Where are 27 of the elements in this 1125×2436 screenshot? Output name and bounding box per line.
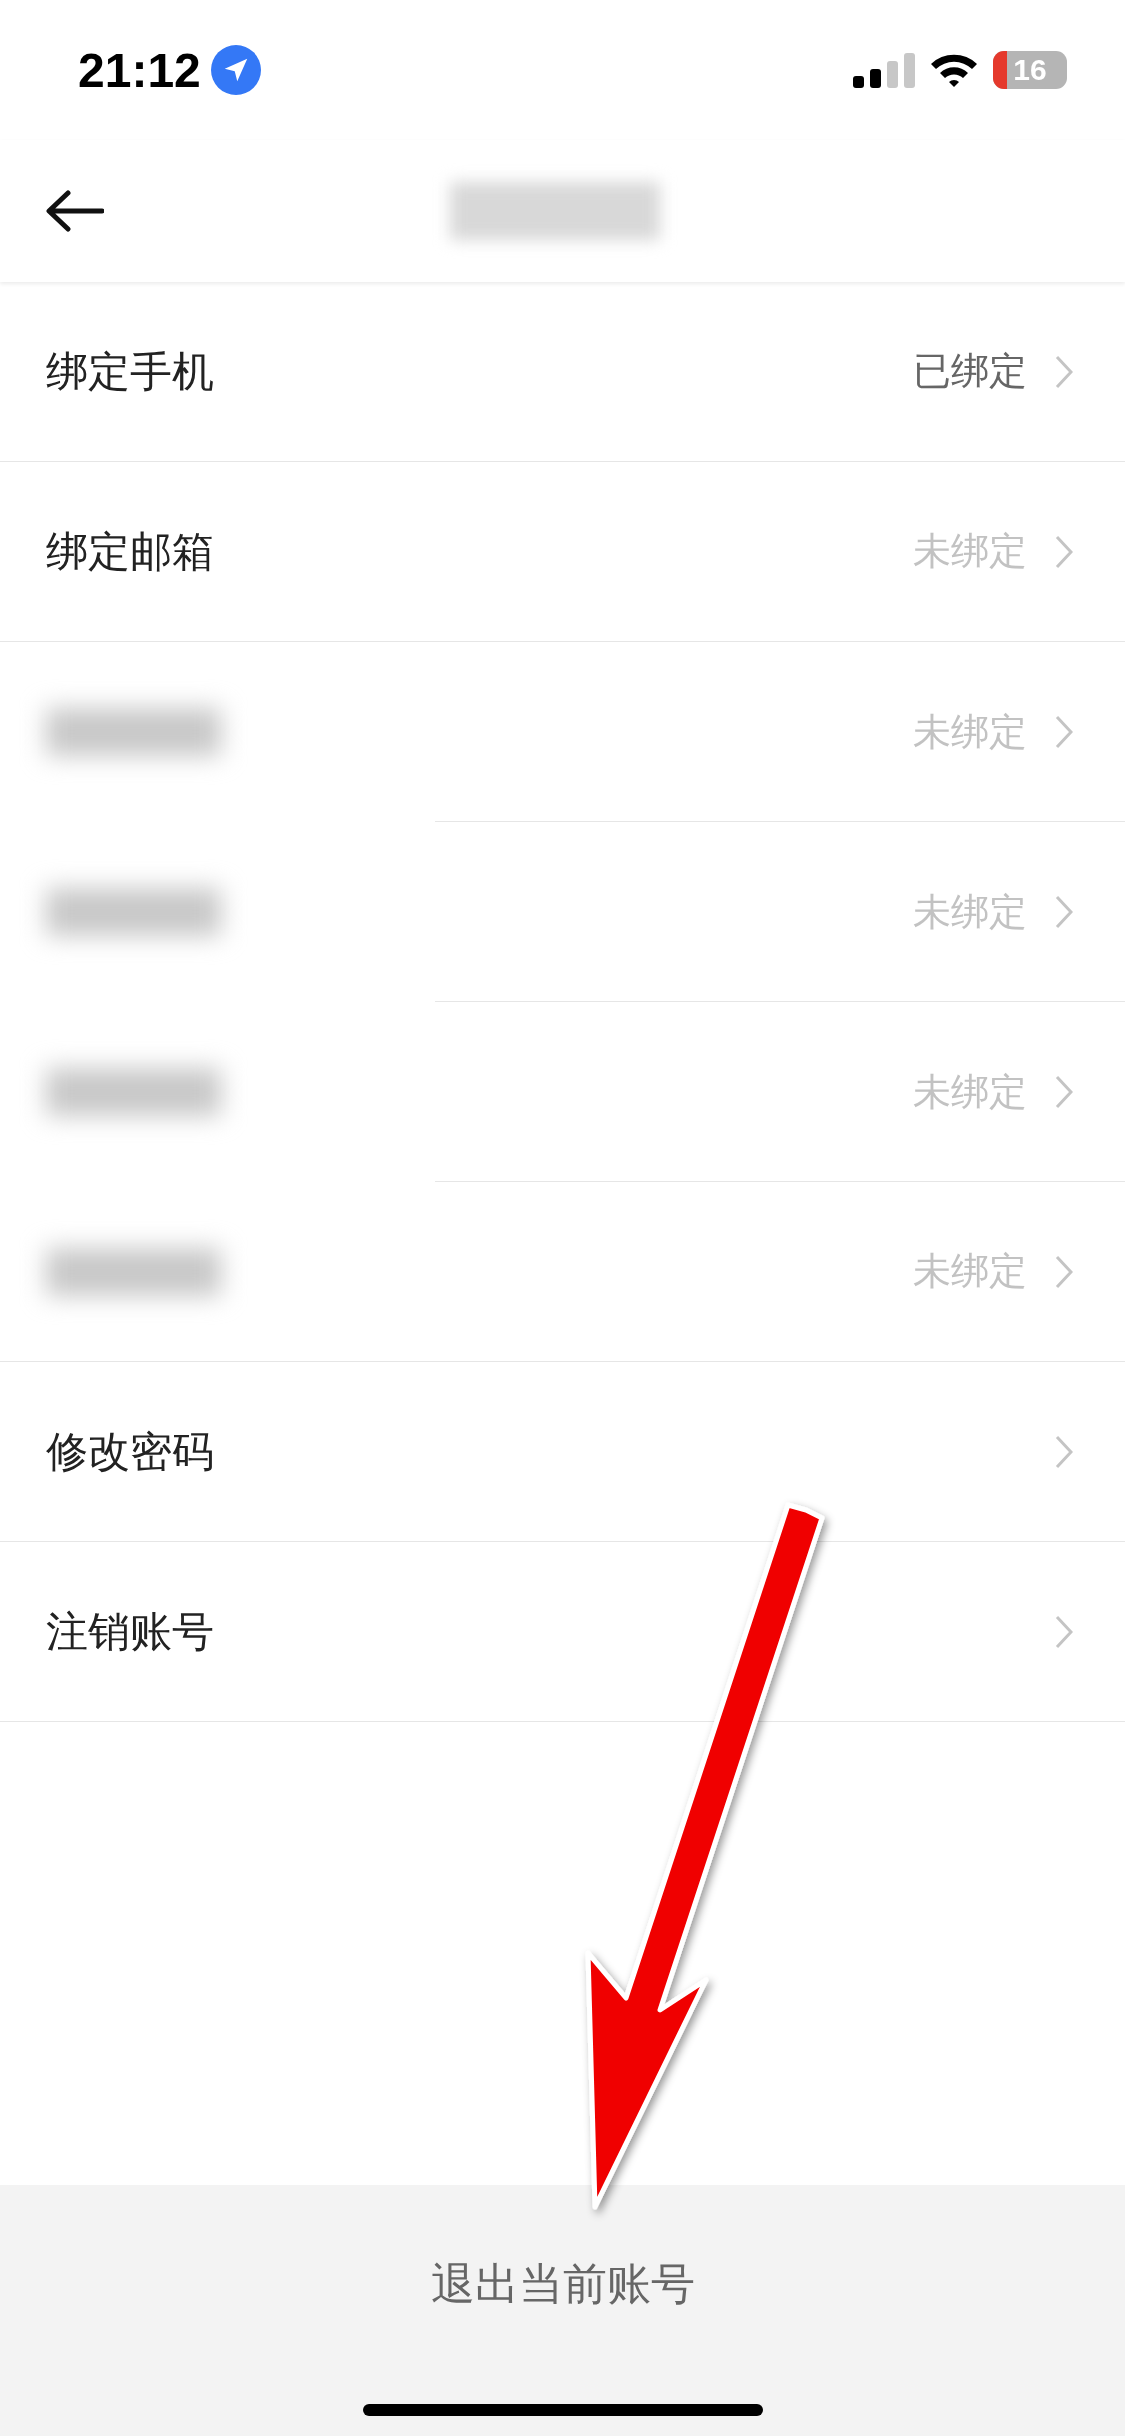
chevron-icon — [1055, 1075, 1073, 1109]
battery-icon: 16 — [993, 51, 1067, 89]
status-time: 21:12 — [78, 42, 201, 98]
chevron-icon — [1055, 715, 1073, 749]
location-icon — [210, 45, 261, 95]
signal-icon — [853, 52, 915, 88]
wifi-icon — [929, 52, 979, 88]
binding-status: 未绑定 — [913, 1068, 1027, 1116]
settings-row[interactable]: 绑定手机 已绑定 — [0, 282, 1125, 462]
binding-status: 未绑定 — [913, 708, 1027, 756]
row-label: 修改密码 — [46, 1425, 214, 1478]
binding-status: 已绑定 — [913, 348, 1027, 395]
chevron-icon — [1055, 895, 1073, 929]
chevron-icon — [1055, 1254, 1073, 1289]
chevron-icon — [1055, 1434, 1073, 1469]
row-label: 绑定手机 — [46, 345, 214, 398]
row-label: 绑定邮箱 — [46, 525, 214, 578]
chevron-icon — [1055, 1614, 1073, 1649]
binding-status: 未绑定 — [913, 528, 1027, 575]
binding-status: 未绑定 — [913, 888, 1027, 936]
settings-row[interactable]: 绑定邮箱 未绑定 — [0, 462, 1125, 642]
binding-status: 未绑定 — [913, 1248, 1027, 1295]
back-arrow-icon[interactable] — [44, 189, 104, 233]
chevron-icon — [1055, 354, 1073, 389]
chevron-icon — [1055, 534, 1073, 569]
logout-button[interactable]: 退出当前账号 — [410, 2245, 715, 2324]
row-label: 注销账号 — [46, 1605, 214, 1658]
